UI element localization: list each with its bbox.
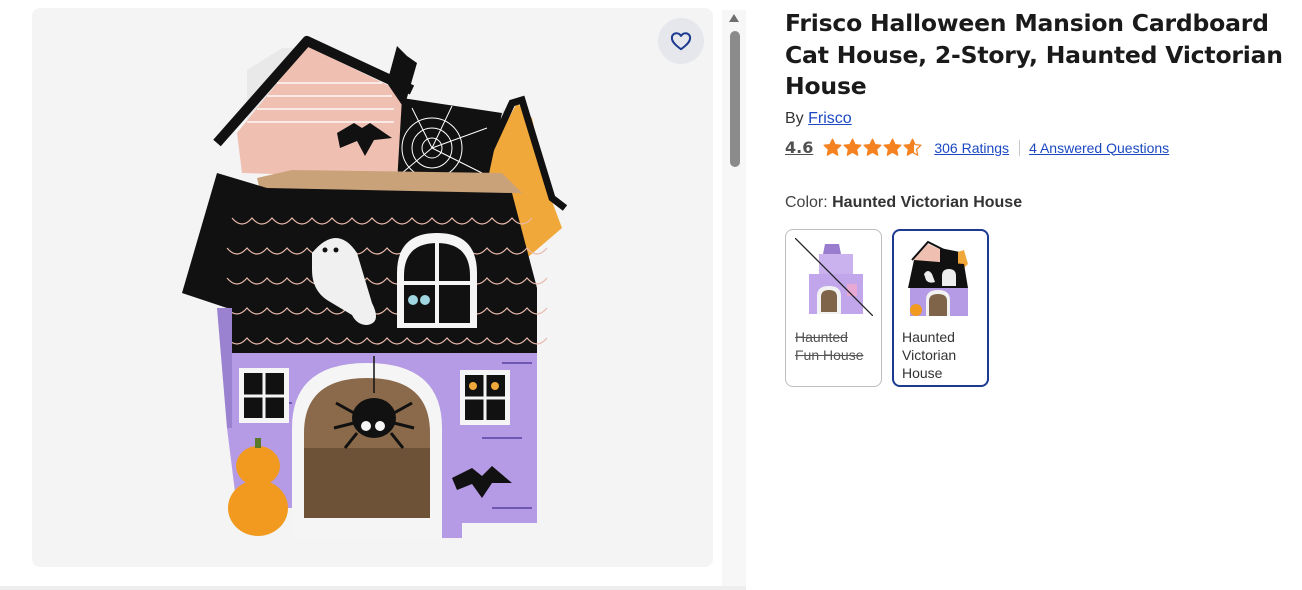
product-image[interactable] xyxy=(32,8,713,567)
by-prefix: By xyxy=(785,109,809,127)
star-icon xyxy=(903,138,922,156)
answered-questions-link[interactable]: 4 Answered Questions xyxy=(1029,140,1169,156)
divider xyxy=(0,586,746,590)
scrollbar-thumb[interactable] xyxy=(730,31,740,167)
swatch-thumbnail xyxy=(794,237,874,316)
brand-line: By Frisco xyxy=(785,109,1295,129)
ratings-count-link[interactable]: 306 Ratings xyxy=(934,140,1009,156)
star-icon xyxy=(843,138,862,156)
heart-icon xyxy=(670,32,692,51)
star-rating[interactable] xyxy=(823,138,922,157)
brand-link[interactable]: Frisco xyxy=(808,110,852,127)
swatch-label: Haunted Victorian House xyxy=(902,328,957,381)
color-selection-label: Color: Haunted Victorian House xyxy=(785,194,1295,212)
color-swatches: Haunted Fun House Haunted Victorian Hous… xyxy=(785,228,1295,387)
color-label: Color: xyxy=(785,193,833,211)
swatch-label: Haunted Fun House xyxy=(795,328,864,363)
swatch-thumbnail xyxy=(908,240,968,316)
scrollbar[interactable] xyxy=(722,10,746,590)
star-icon xyxy=(863,138,882,156)
product-title: Frisco Halloween Mansion Cardboard Cat H… xyxy=(785,9,1283,100)
color-option-haunted-victorian-house[interactable]: Haunted Victorian House xyxy=(892,228,989,387)
star-icon xyxy=(883,138,902,156)
star-icon xyxy=(823,138,842,156)
rating-value[interactable]: 4.6 xyxy=(785,138,813,157)
product-info: Frisco Halloween Mansion Cardboard Cat H… xyxy=(785,8,1295,387)
ratings-row: 4.6 306 Ratings 4 Answered Questions xyxy=(785,136,1295,160)
scroll-up-arrow-icon[interactable] xyxy=(729,14,739,22)
favorite-button[interactable] xyxy=(658,18,704,64)
color-selected-value: Haunted Victorian House xyxy=(832,193,1023,211)
product-image-panel xyxy=(32,8,713,567)
separator xyxy=(1019,139,1021,156)
color-option-haunted-fun-house[interactable]: Haunted Fun House xyxy=(785,228,882,387)
